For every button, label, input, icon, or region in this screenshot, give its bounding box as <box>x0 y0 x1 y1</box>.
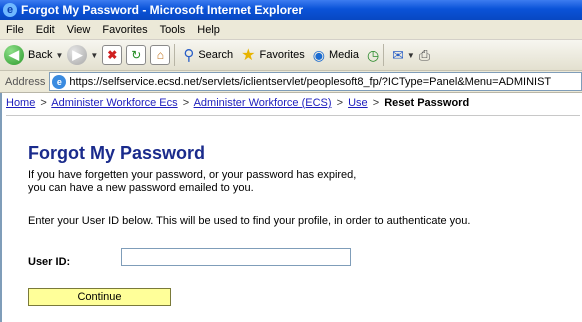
breadcrumb-administer-workforce-ecs-link[interactable]: Administer Workforce Ecs <box>51 97 177 109</box>
continue-button[interactable]: Continue <box>28 288 171 306</box>
menu-tools[interactable]: Tools <box>154 24 192 36</box>
page-globe-icon: e <box>52 74 67 89</box>
title-bar: e Forgot My Password - Microsoft Interne… <box>0 0 582 20</box>
mail-dropdown-icon[interactable]: ▼ <box>407 51 415 60</box>
toolbar-separator <box>383 44 385 66</box>
breadcrumb-separator: > <box>336 97 344 109</box>
intro-text: If you have forgetten your password, or … <box>28 169 356 195</box>
breadcrumb-separator: > <box>372 97 380 109</box>
menu-favorites[interactable]: Favorites <box>96 24 153 36</box>
browser-window: e Forgot My Password - Microsoft Interne… <box>0 0 582 322</box>
intro-line-1: If you have forgetten your password, or … <box>28 169 357 181</box>
toolbar-separator <box>174 44 176 66</box>
home-icon: ⌂ <box>150 45 171 65</box>
url-text[interactable]: https://selfservice.ecsd.net/servlets/ic… <box>69 76 551 88</box>
media-button[interactable]: ◉ Media <box>313 47 359 64</box>
search-button[interactable]: ⚲ Search <box>183 46 233 64</box>
favorites-button[interactable]: ★ Favorites <box>241 45 305 65</box>
mail-icon: ✉ <box>392 46 404 63</box>
search-label: Search <box>198 49 234 61</box>
address-field[interactable]: e https://selfservice.ecsd.net/servlets/… <box>49 72 582 91</box>
menu-view[interactable]: View <box>61 24 97 36</box>
back-dropdown-icon[interactable]: ▼ <box>55 51 63 60</box>
print-button[interactable]: ⎙ <box>419 47 430 64</box>
menu-file[interactable]: File <box>0 24 30 36</box>
window-title: Forgot My Password - Microsoft Internet … <box>21 3 304 17</box>
user-id-label: User ID: <box>28 256 71 268</box>
forward-dropdown-icon[interactable]: ▼ <box>90 51 98 60</box>
breadcrumb-use-link[interactable]: Use <box>348 97 368 109</box>
menu-bar: File Edit View Favorites Tools Help <box>0 20 582 40</box>
toolbar: ◀ Back ▼ ▶ ▼ ✖ ↻ ⌂ ⚲ Search ★ Favorites … <box>0 40 582 71</box>
favorites-star-icon: ★ <box>241 47 256 64</box>
refresh-button[interactable]: ↻ <box>126 45 147 65</box>
user-id-input[interactable] <box>121 248 351 266</box>
breadcrumb-home-link[interactable]: Home <box>6 97 35 109</box>
menu-help[interactable]: Help <box>191 24 226 36</box>
back-arrow-icon: ◀ <box>4 45 24 65</box>
ie-logo-icon: e <box>3 3 17 17</box>
search-icon: ⚲ <box>183 47 195 64</box>
stop-icon: ✖ <box>102 45 123 65</box>
forward-button[interactable]: ▶ ▼ <box>67 45 98 65</box>
intro-line-2: you can have a new password emailed to y… <box>28 182 254 194</box>
menu-edit[interactable]: Edit <box>30 24 61 36</box>
breadcrumb-administer-workforce-ecs-paren-link[interactable]: Administer Workforce (ECS) <box>194 97 332 109</box>
back-label: Back <box>28 49 53 61</box>
media-icon: ◉ <box>312 46 325 63</box>
media-label: Media <box>328 49 359 61</box>
back-button[interactable]: ◀ Back ▼ <box>4 45 63 65</box>
stop-button[interactable]: ✖ <box>102 45 123 65</box>
breadcrumb: Home > Administer Workforce Ecs > Admini… <box>6 97 469 109</box>
instruction-text: Enter your User ID below. This will be u… <box>28 215 471 227</box>
breadcrumb-current: Reset Password <box>384 97 470 109</box>
refresh-icon: ↻ <box>126 45 147 65</box>
forward-arrow-icon: ▶ <box>67 45 88 65</box>
breadcrumb-divider <box>6 115 580 116</box>
page-content: Home > Administer Workforce Ecs > Admini… <box>0 93 582 322</box>
address-label: Address <box>5 75 46 88</box>
address-bar: Address e https://selfservice.ecsd.net/s… <box>0 71 582 93</box>
print-icon: ⎙ <box>418 46 431 63</box>
history-button[interactable]: ◷ <box>367 47 379 64</box>
page-title: Forgot My Password <box>28 143 206 163</box>
breadcrumb-separator: > <box>182 97 190 109</box>
home-button[interactable]: ⌂ <box>150 45 171 65</box>
favorites-label: Favorites <box>259 49 305 61</box>
history-icon: ◷ <box>366 46 380 63</box>
breadcrumb-separator: > <box>40 97 47 109</box>
mail-button[interactable]: ✉ ▼ <box>392 47 415 64</box>
